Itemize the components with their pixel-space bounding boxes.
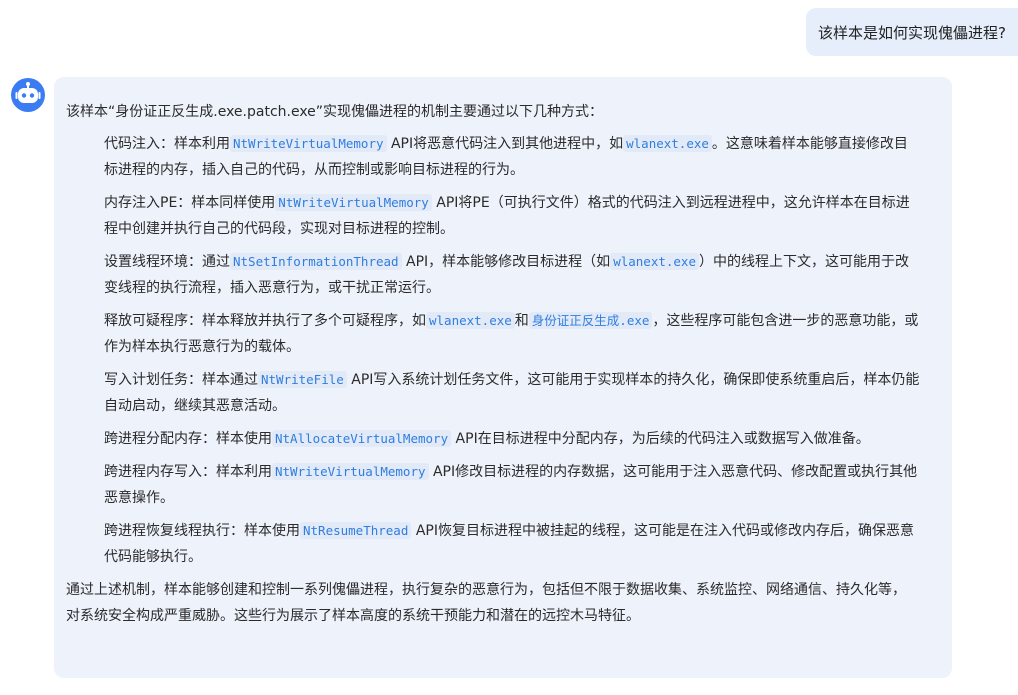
inline-code: NtResumeThread: [300, 522, 412, 539]
list-item: 内存注入PE：样本同样使用 NtWriteVirtualMemory API将PE…: [104, 190, 920, 242]
inline-code: NtWriteFile: [258, 371, 347, 388]
inline-code: wlanext.exe: [610, 253, 699, 270]
list-item: 跨进程分配内存：样本使用 NtAllocateVirtualMemory API在…: [104, 426, 920, 452]
item-text: 代码注入：样本利用: [104, 136, 230, 152]
list-item: 写入计划任务：样本通过 NtWriteFile API写入系统计划任务文件，这可能…: [104, 367, 920, 419]
list-item: 跨进程内存写入：样本利用 NtWriteVirtualMemory API修改目标…: [104, 459, 920, 511]
item-text: 和: [514, 313, 529, 329]
user-message-text: 该样本是如何实现傀儡进程?: [818, 23, 1006, 42]
assistant-avatar: [11, 78, 45, 112]
robot-icon: [15, 82, 41, 103]
item-text: 跨进程恢复线程执行：样本使用: [104, 523, 300, 539]
assistant-outro: 通过上述机制，样本能够创建和控制一系列傀儡进程，执行复杂的恶意行为，包括但不限于…: [66, 582, 906, 624]
user-message-bubble: 该样本是如何实现傀儡进程?: [806, 8, 1018, 56]
list-item: 代码注入：样本利用 NtWriteVirtualMemory API将恶意代码注入…: [104, 131, 920, 183]
mechanism-list: 代码注入：样本利用 NtWriteVirtualMemory API将恶意代码注入…: [66, 131, 940, 570]
item-text: API在目标进程中分配内存，为后续的代码注入或数据写入做准备。: [455, 431, 870, 447]
inline-code: NtWriteVirtualMemory: [275, 194, 432, 211]
chat-view: 该样本是如何实现傀儡进程? 该样本“身份证正反生成.exe.patch.exe”…: [0, 0, 1018, 695]
item-text: 跨进程内存写入：样本利用: [104, 464, 272, 480]
list-item: 跨进程恢复线程执行：样本使用 NtResumeThread API恢复目标进程中被…: [104, 518, 920, 570]
item-text: 跨进程分配内存：样本使用: [104, 431, 272, 447]
inline-code: 身份证正反生成.exe: [528, 312, 653, 329]
list-item: 释放可疑程序：样本释放并执行了多个可疑程序，如 wlanext.exe 和身份证正反…: [104, 308, 920, 360]
inline-code: NtSetInformationThread: [230, 253, 402, 270]
assistant-message-bubble: 该样本“身份证正反生成.exe.patch.exe”实现傀儡进程的机制主要通过以…: [54, 77, 952, 678]
inline-code: wlanext.exe: [426, 312, 515, 329]
inline-code: NtWriteVirtualMemory: [230, 135, 387, 152]
item-text: 内存注入PE：样本同样使用: [104, 195, 276, 211]
inline-code: NtAllocateVirtualMemory: [272, 430, 452, 447]
inline-code: NtWriteVirtualMemory: [272, 463, 429, 480]
item-text: 释放可疑程序：样本释放并执行了多个可疑程序，如: [104, 313, 426, 329]
item-text: 写入计划任务：样本通过: [104, 372, 258, 388]
item-text: 设置线程环境：通过: [104, 254, 230, 270]
inline-code: wlanext.exe: [623, 135, 712, 152]
item-text: API将恶意代码注入到其他进程中，如: [390, 136, 624, 152]
assistant-intro: 该样本“身份证正反生成.exe.patch.exe”实现傀儡进程的机制主要通过以…: [66, 104, 604, 120]
item-text: API，样本能够修改目标进程（如: [406, 254, 611, 270]
list-item: 设置线程环境：通过 NtSetInformationThread API，样本能够…: [104, 249, 920, 301]
